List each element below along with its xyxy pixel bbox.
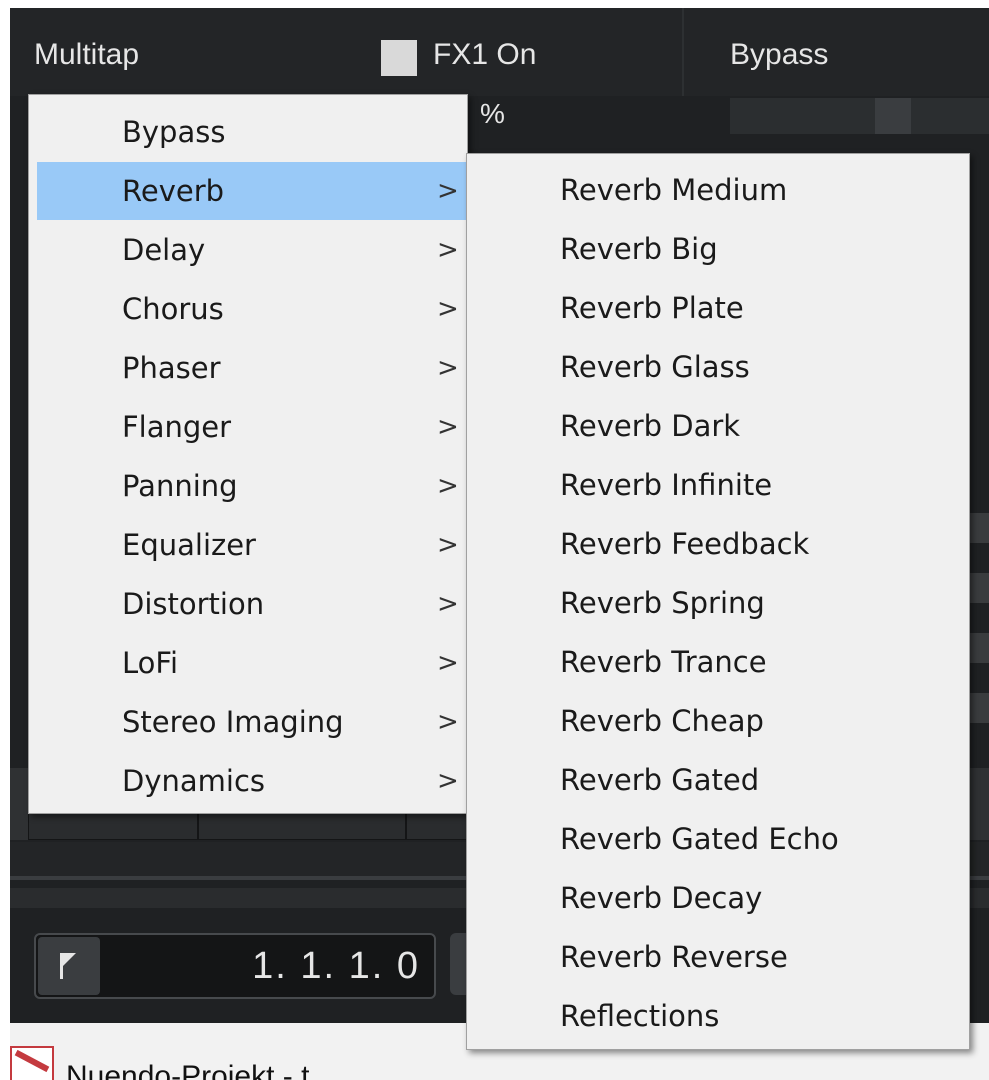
- locator-button[interactable]: [38, 937, 100, 995]
- chevron-right-icon: >: [437, 471, 459, 501]
- menu-item-equalizer[interactable]: Equalizer >: [37, 516, 467, 574]
- submenu-item-reverb-gated[interactable]: Reverb Gated: [475, 751, 967, 809]
- menu-item-bypass[interactable]: Bypass: [37, 103, 467, 161]
- submenu-item-label: Reverb Trance: [560, 645, 767, 679]
- fx1-on-checkbox[interactable]: [381, 40, 417, 76]
- submenu-item-reverb-decay[interactable]: Reverb Decay: [475, 869, 967, 927]
- menu-item-label: Chorus: [122, 292, 224, 326]
- submenu-item-reflections[interactable]: Reflections: [475, 987, 967, 1045]
- percent-readout: %: [480, 98, 505, 129]
- submenu-item-label: Reverb Infinite: [560, 468, 773, 502]
- submenu-item-label: Reverb Gated: [560, 763, 760, 797]
- submenu-item-reverb-infinite[interactable]: Reverb Infinite: [475, 456, 967, 514]
- menu-item-label: Delay: [122, 233, 206, 267]
- bypass-slider[interactable]: [730, 98, 989, 134]
- submenu-item-label: Reverb Cheap: [560, 704, 764, 738]
- submenu-item-label: Reverb Glass: [560, 350, 750, 384]
- reverb-submenu: Reverb Medium Reverb Big Reverb Plate Re…: [466, 153, 970, 1050]
- chevron-right-icon: >: [437, 294, 459, 324]
- submenu-item-reverb-big[interactable]: Reverb Big: [475, 220, 967, 278]
- submenu-item-label: Reverb Dark: [560, 409, 741, 443]
- menu-item-lofi[interactable]: LoFi >: [37, 634, 467, 692]
- submenu-item-reverb-gated-echo[interactable]: Reverb Gated Echo: [475, 810, 967, 868]
- submenu-item-label: Reverb Medium: [560, 173, 788, 207]
- menu-item-reverb[interactable]: Reverb >: [37, 162, 467, 220]
- flag-icon-pennant: [60, 953, 76, 969]
- preset-name[interactable]: Multitap: [34, 38, 139, 72]
- menu-item-distortion[interactable]: Distortion >: [37, 575, 467, 633]
- menu-item-label: Distortion: [122, 587, 265, 621]
- chevron-right-icon: >: [437, 412, 459, 442]
- chevron-right-icon: >: [437, 589, 459, 619]
- bypass-label: Bypass: [730, 38, 829, 71]
- submenu-item-reverb-medium[interactable]: Reverb Medium: [475, 161, 967, 219]
- submenu-item-label: Reflections: [560, 999, 720, 1033]
- menu-item-label: Bypass: [122, 115, 226, 149]
- project-title[interactable]: Nuendo-Projekt - t: [66, 1060, 309, 1080]
- menu-item-label: Dynamics: [122, 764, 266, 798]
- menu-item-label: Phaser: [122, 351, 221, 385]
- submenu-item-label: Reverb Feedback: [560, 527, 810, 561]
- submenu-item-reverb-cheap[interactable]: Reverb Cheap: [475, 692, 967, 750]
- submenu-item-reverb-dark[interactable]: Reverb Dark: [475, 397, 967, 455]
- menu-item-label: Equalizer: [122, 528, 256, 562]
- chevron-right-icon: >: [437, 707, 459, 737]
- plugin-header: Multitap FX1 On Bypass: [10, 8, 989, 96]
- chevron-right-icon: >: [437, 235, 459, 265]
- menu-item-label: Stereo Imaging: [122, 705, 344, 739]
- header-divider: [682, 8, 684, 96]
- nuendo-logo-icon: [10, 1046, 54, 1080]
- submenu-item-label: Reverb Gated Echo: [560, 822, 839, 856]
- menu-item-label: Panning: [122, 469, 238, 503]
- position-value: 1. 1. 1. 0: [252, 945, 420, 987]
- submenu-item-label: Reverb Reverse: [560, 940, 788, 974]
- position-display[interactable]: 1. 1. 1. 0: [34, 933, 436, 999]
- submenu-item-label: Reverb Plate: [560, 291, 744, 325]
- submenu-item-label: Reverb Spring: [560, 586, 765, 620]
- submenu-item-reverb-reverse[interactable]: Reverb Reverse: [475, 928, 967, 986]
- chevron-right-icon: >: [437, 353, 459, 383]
- submenu-item-reverb-glass[interactable]: Reverb Glass: [475, 338, 967, 396]
- fx1-on-label: FX1 On: [433, 38, 537, 71]
- submenu-item-label: Reverb Big: [560, 232, 718, 266]
- chevron-right-icon: >: [437, 648, 459, 678]
- chevron-right-icon: >: [437, 766, 459, 796]
- chevron-right-icon: >: [437, 176, 459, 206]
- submenu-item-reverb-feedback[interactable]: Reverb Feedback: [475, 515, 967, 573]
- menu-item-delay[interactable]: Delay >: [37, 221, 467, 279]
- bypass-slider-handle[interactable]: [875, 98, 911, 134]
- menu-item-panning[interactable]: Panning >: [37, 457, 467, 515]
- menu-item-chorus[interactable]: Chorus >: [37, 280, 467, 338]
- submenu-item-reverb-spring[interactable]: Reverb Spring: [475, 574, 967, 632]
- menu-item-label: LoFi: [122, 646, 179, 680]
- chevron-right-icon: >: [437, 530, 459, 560]
- menu-item-label: Flanger: [122, 410, 232, 444]
- menu-item-phaser[interactable]: Phaser >: [37, 339, 467, 397]
- menu-item-stereo-imaging[interactable]: Stereo Imaging >: [37, 693, 467, 751]
- menu-item-flanger[interactable]: Flanger >: [37, 398, 467, 456]
- submenu-item-reverb-trance[interactable]: Reverb Trance: [475, 633, 967, 691]
- effect-type-menu: Bypass Reverb > Delay > Chorus > Phaser …: [28, 94, 468, 814]
- submenu-item-label: Reverb Decay: [560, 881, 763, 915]
- menu-item-dynamics[interactable]: Dynamics >: [37, 752, 467, 810]
- menu-item-label: Reverb: [122, 174, 225, 208]
- submenu-item-reverb-plate[interactable]: Reverb Plate: [475, 279, 967, 337]
